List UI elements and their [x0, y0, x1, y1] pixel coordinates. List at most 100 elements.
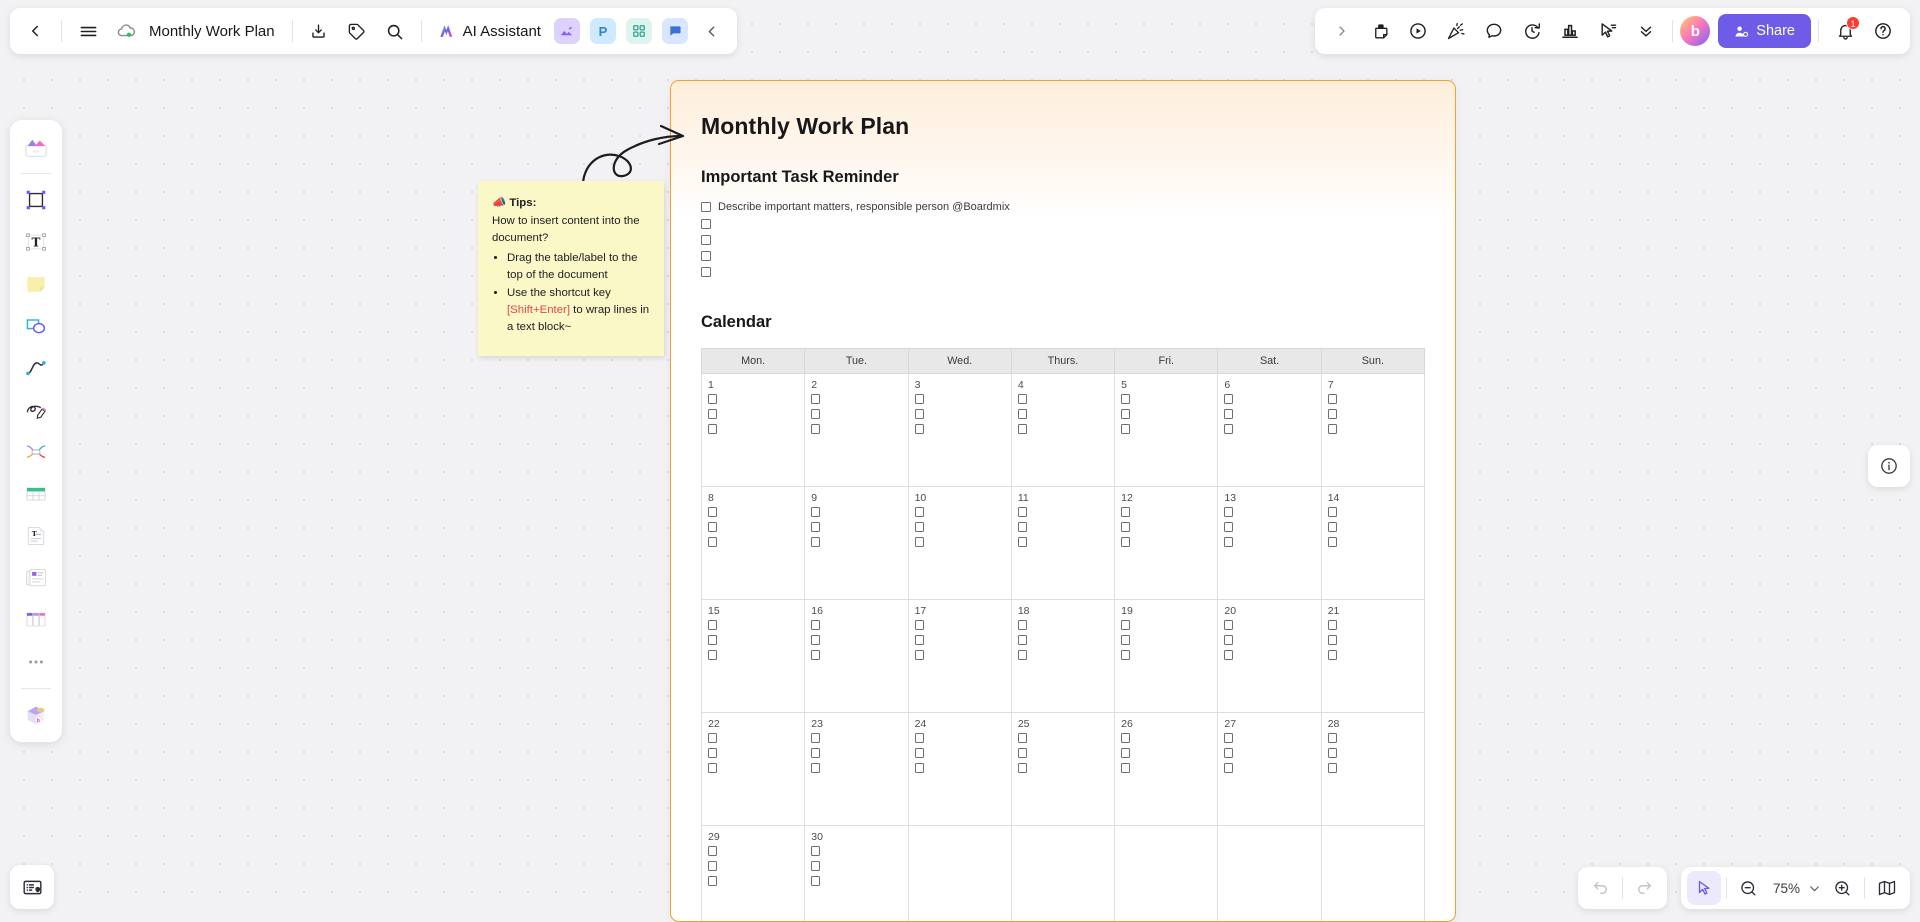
checkbox[interactable] — [1121, 409, 1130, 419]
checkbox[interactable] — [1121, 394, 1130, 404]
checkbox[interactable] — [1224, 733, 1233, 743]
checkbox[interactable] — [915, 394, 924, 404]
checkbox[interactable] — [811, 748, 820, 758]
back-button[interactable] — [16, 12, 54, 50]
list-item[interactable] — [701, 234, 1425, 245]
checkbox[interactable] — [1018, 424, 1027, 434]
calendar-day-cell[interactable]: 28 — [1321, 713, 1424, 826]
ai-box-tool[interactable]: b — [16, 695, 56, 735]
checkbox[interactable] — [811, 424, 820, 434]
chart-icon[interactable] — [1551, 12, 1589, 50]
connector-tool[interactable] — [16, 348, 56, 388]
checkbox[interactable] — [701, 219, 711, 229]
checkbox[interactable] — [1121, 537, 1130, 547]
checkbox[interactable] — [1121, 620, 1130, 630]
calendar-day-cell[interactable] — [1321, 826, 1424, 922]
checkbox[interactable] — [1121, 635, 1130, 645]
checkbox[interactable] — [915, 522, 924, 532]
checkbox[interactable] — [1224, 507, 1233, 517]
checkbox[interactable] — [708, 424, 717, 434]
calendar-day-cell[interactable]: 5 — [1115, 374, 1218, 487]
confetti-icon[interactable] — [1437, 12, 1475, 50]
checkbox[interactable] — [1328, 394, 1337, 404]
calendar-day-cell[interactable]: 14 — [1321, 487, 1424, 600]
checkbox[interactable] — [1121, 733, 1130, 743]
calendar-day-cell[interactable] — [1011, 826, 1114, 922]
checkbox[interactable] — [708, 394, 717, 404]
checkbox[interactable] — [1328, 522, 1337, 532]
checkbox[interactable] — [915, 409, 924, 419]
checkbox[interactable] — [811, 507, 820, 517]
checkbox[interactable] — [701, 251, 711, 261]
checkbox[interactable] — [915, 537, 924, 547]
calendar-day-cell[interactable]: 8 — [702, 487, 805, 600]
checkbox[interactable] — [811, 846, 820, 856]
checkbox[interactable] — [1224, 763, 1233, 773]
templates-tool[interactable] — [16, 127, 56, 167]
calendar-day-cell[interactable] — [1218, 826, 1321, 922]
calendar-table[interactable]: Mon. Tue. Wed. Thurs. Fri. Sat. Sun. 123… — [701, 348, 1425, 922]
text-tool[interactable]: T — [16, 222, 56, 262]
checkbox[interactable] — [708, 537, 717, 547]
collapse-toolbar-button[interactable] — [693, 12, 731, 50]
redo-button[interactable] — [1627, 871, 1661, 905]
play-circle-icon[interactable] — [1399, 12, 1437, 50]
calendar-day-cell[interactable]: 1 — [702, 374, 805, 487]
checkbox[interactable] — [1018, 394, 1027, 404]
checkbox[interactable] — [1224, 522, 1233, 532]
checkbox[interactable] — [1328, 635, 1337, 645]
grid-app-icon[interactable] — [626, 18, 652, 44]
checkbox[interactable] — [1328, 650, 1337, 660]
timer-icon[interactable] — [1513, 12, 1551, 50]
pen-tool[interactable] — [16, 390, 56, 430]
checkbox[interactable] — [915, 635, 924, 645]
checkbox[interactable] — [811, 537, 820, 547]
checkbox[interactable] — [708, 861, 717, 871]
checkbox[interactable] — [1018, 620, 1027, 630]
calendar-day-cell[interactable]: 19 — [1115, 600, 1218, 713]
checkbox[interactable] — [1121, 763, 1130, 773]
checkbox[interactable] — [915, 733, 924, 743]
checkbox[interactable] — [1328, 507, 1337, 517]
calendar-day-cell[interactable]: 13 — [1218, 487, 1321, 600]
checkbox[interactable] — [708, 748, 717, 758]
checkbox[interactable] — [1328, 620, 1337, 630]
checkbox[interactable] — [1018, 409, 1027, 419]
minimap-button[interactable] — [1870, 871, 1904, 905]
checkbox[interactable] — [811, 650, 820, 660]
calendar-day-cell[interactable]: 30 — [805, 826, 908, 922]
search-icon[interactable] — [376, 12, 414, 50]
checkbox[interactable] — [708, 620, 717, 630]
checkbox[interactable] — [1018, 650, 1027, 660]
checkbox[interactable] — [915, 650, 924, 660]
calendar-day-cell[interactable] — [908, 826, 1011, 922]
checkbox[interactable] — [708, 650, 717, 660]
checkbox[interactable] — [915, 748, 924, 758]
calendar-day-cell[interactable]: 22 — [702, 713, 805, 826]
calendar-day-cell[interactable]: 23 — [805, 713, 908, 826]
calendar-day-cell[interactable]: 2 — [805, 374, 908, 487]
help-icon[interactable] — [1864, 12, 1902, 50]
document-tool[interactable]: T — [16, 516, 56, 556]
checkbox[interactable] — [915, 424, 924, 434]
checkbox[interactable] — [1224, 537, 1233, 547]
checkbox[interactable] — [915, 763, 924, 773]
card-tool[interactable] — [16, 558, 56, 598]
checkbox[interactable] — [915, 620, 924, 630]
mindmap-tool[interactable] — [16, 432, 56, 472]
checkbox[interactable] — [708, 635, 717, 645]
checkbox[interactable] — [1018, 522, 1027, 532]
calendar-day-cell[interactable]: 17 — [908, 600, 1011, 713]
zoom-level-value[interactable]: 75% — [1766, 881, 1803, 896]
calendar-day-cell[interactable]: 15 — [702, 600, 805, 713]
checkbox[interactable] — [811, 733, 820, 743]
checkbox[interactable] — [1328, 748, 1337, 758]
checkbox[interactable] — [1328, 733, 1337, 743]
undo-button[interactable] — [1584, 871, 1618, 905]
checkbox[interactable] — [1121, 748, 1130, 758]
checkbox[interactable] — [708, 507, 717, 517]
checkbox[interactable] — [708, 763, 717, 773]
checkbox[interactable] — [708, 409, 717, 419]
checkbox[interactable] — [915, 507, 924, 517]
calendar-day-cell[interactable]: 10 — [908, 487, 1011, 600]
